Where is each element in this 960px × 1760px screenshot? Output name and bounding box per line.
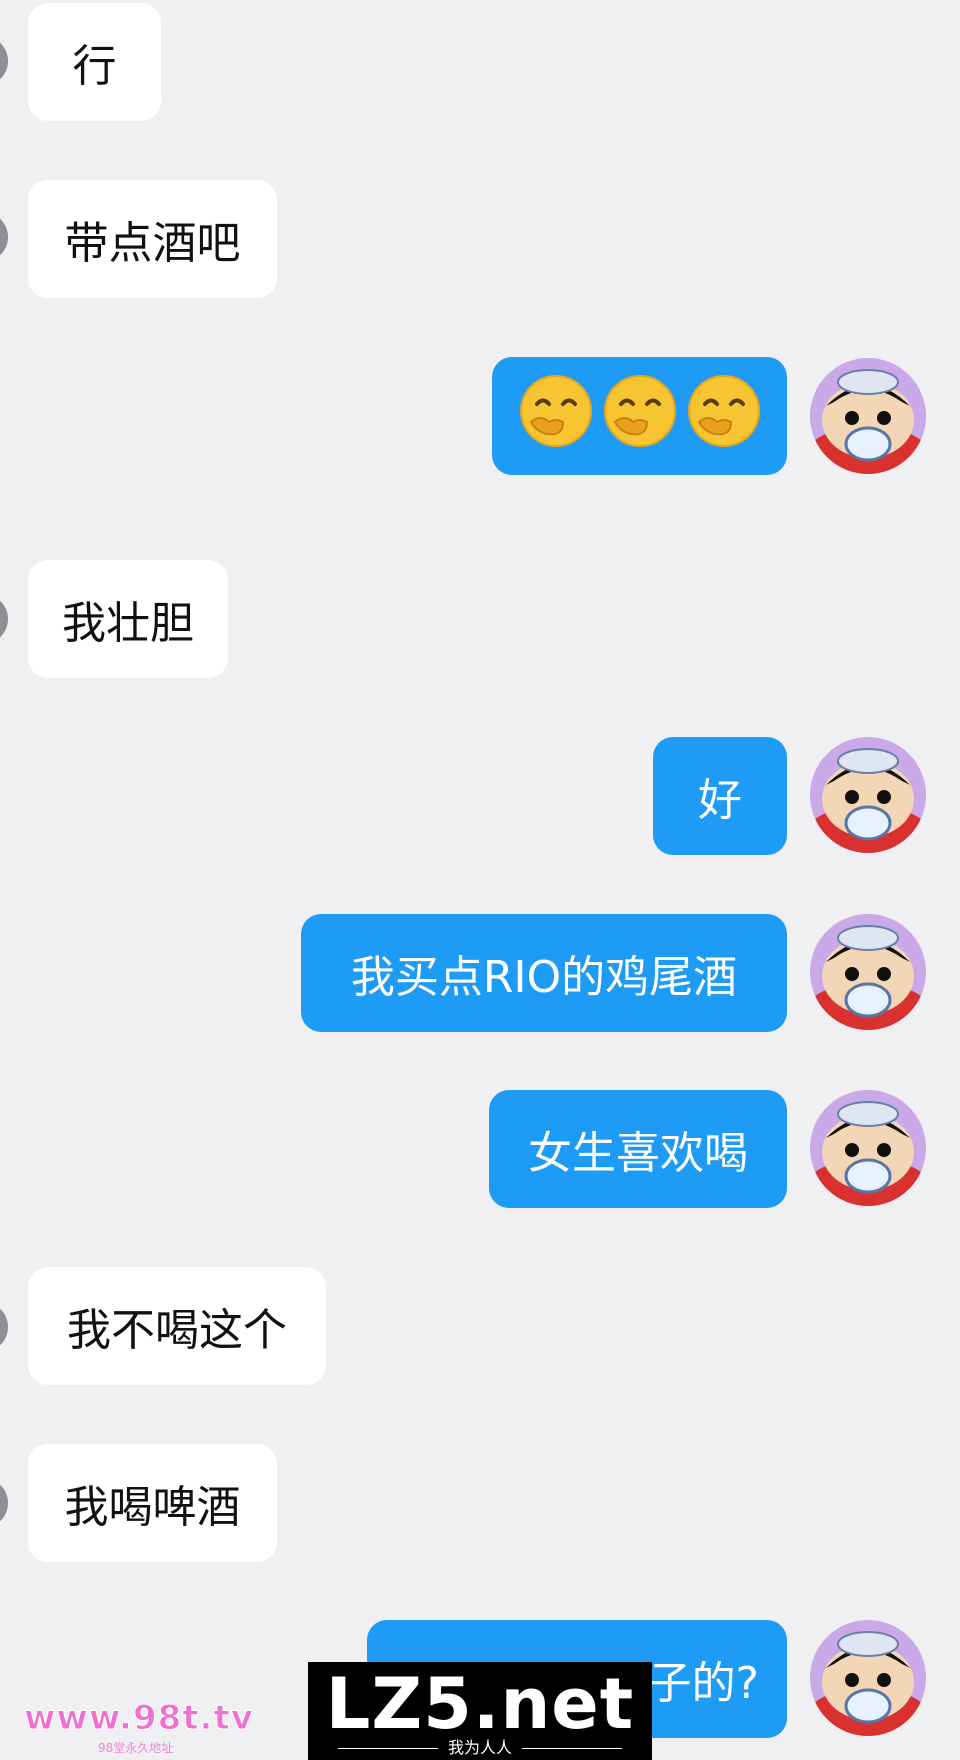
message-text: 女生喜欢喝	[528, 1128, 748, 1179]
face-with-hand-over-mouth-icon	[519, 374, 592, 447]
cartoon-avatar-icon	[810, 1620, 926, 1736]
message-text: 我壮胆	[62, 598, 194, 649]
contact-avatar[interactable]	[0, 36, 8, 86]
face-with-hand-over-mouth-icon	[603, 374, 676, 447]
contact-avatar[interactable]	[0, 1478, 8, 1528]
watermark-site-left-sub: 98堂永久地址	[98, 1741, 174, 1755]
face-with-hand-over-mouth-icon	[687, 374, 760, 447]
message-bubble-outgoing[interactable]: 我买点RIO的鸡尾酒	[301, 914, 787, 1032]
message-bubble-outgoing[interactable]: 好	[653, 737, 787, 855]
contact-avatar[interactable]	[0, 212, 8, 262]
message-bubble-outgoing[interactable]	[492, 357, 787, 475]
user-avatar[interactable]	[810, 737, 926, 853]
cartoon-avatar-icon	[810, 1090, 926, 1206]
message-bubble-incoming[interactable]: 行	[28, 3, 161, 121]
user-avatar[interactable]	[810, 1620, 926, 1736]
watermark-title: LZ5.net	[325, 1663, 635, 1745]
emoji-row	[514, 374, 766, 459]
watermark-box: LZ5.net 我为人人	[308, 1662, 652, 1760]
user-avatar[interactable]	[810, 1090, 926, 1206]
message-text: 好	[698, 775, 742, 826]
message-text: 带点酒吧	[64, 218, 241, 269]
message-bubble-incoming[interactable]: 带点酒吧	[28, 180, 277, 298]
watermark-site-left: www.98t.tv	[24, 1698, 254, 1739]
contact-avatar[interactable]	[0, 594, 8, 644]
watermark-subtitle: 我为人人	[308, 1738, 652, 1758]
message-text: 我喝啤酒	[64, 1482, 241, 1533]
user-avatar[interactable]	[810, 914, 926, 1030]
message-bubble-incoming[interactable]: 我喝啤酒	[28, 1444, 277, 1562]
cartoon-avatar-icon	[810, 737, 926, 853]
message-bubble-incoming[interactable]: 我不喝这个	[28, 1267, 326, 1385]
cartoon-avatar-icon	[810, 358, 926, 474]
message-text: 我买点RIO的鸡尾酒	[350, 952, 738, 1003]
message-text: 我不喝这个	[67, 1305, 287, 1356]
message-bubble-outgoing[interactable]: 女生喜欢喝	[489, 1090, 787, 1208]
cartoon-avatar-icon	[810, 914, 926, 1030]
message-text: 行	[72, 41, 117, 92]
contact-avatar[interactable]	[0, 1302, 8, 1352]
user-avatar[interactable]	[810, 358, 926, 474]
message-bubble-incoming[interactable]: 我壮胆	[28, 560, 228, 678]
